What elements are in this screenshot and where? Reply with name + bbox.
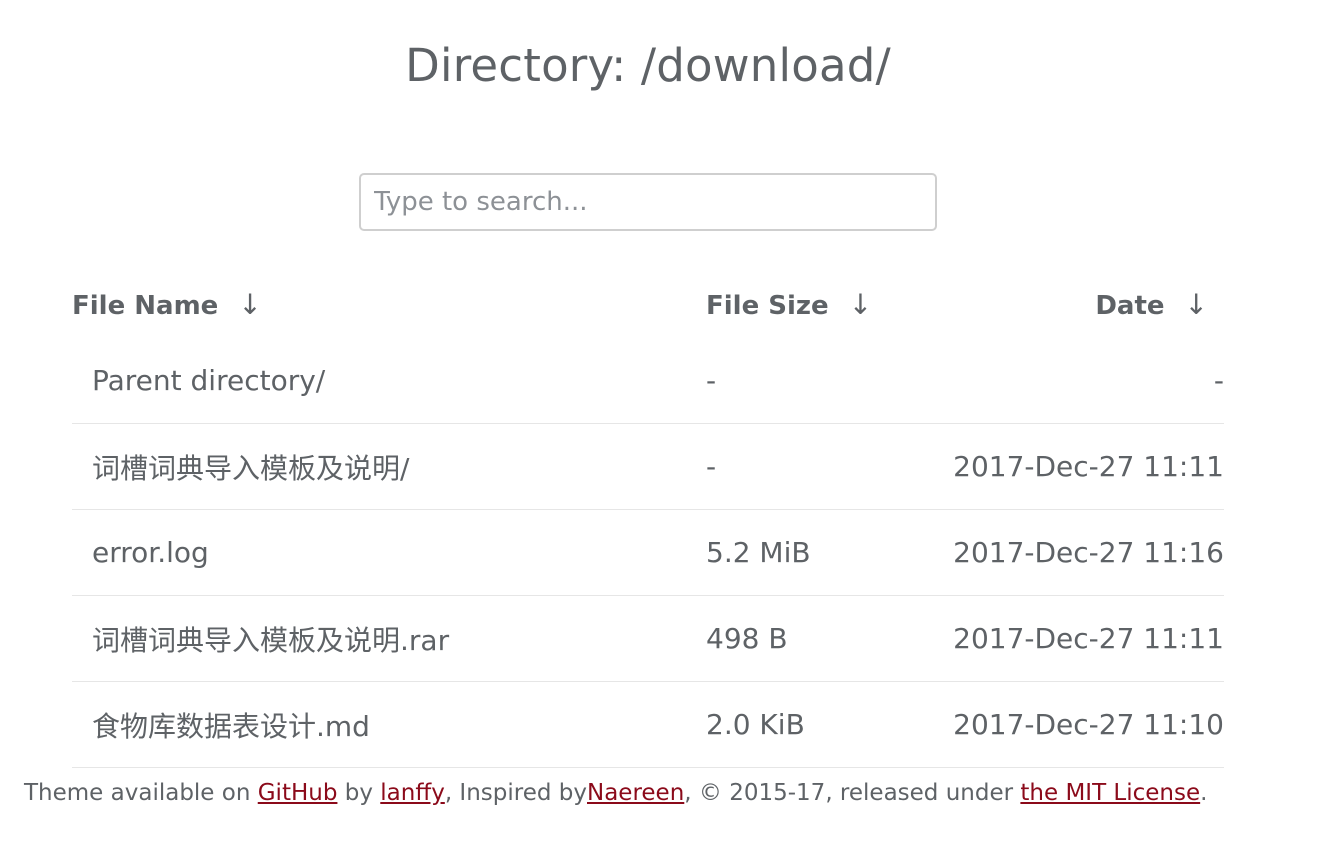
- file-size-cell: 5.2 MiB: [706, 509, 936, 596]
- sort-arrow-icon[interactable]: ↓: [849, 288, 872, 321]
- file-name-cell: Parent directory/: [72, 338, 706, 424]
- column-header-file-size[interactable]: File Size ↓: [706, 270, 936, 338]
- file-size-cell: 2.0 KiB: [706, 681, 936, 768]
- footer-text: Theme available on: [24, 780, 258, 806]
- file-size-cell: -: [706, 423, 936, 510]
- footer: Theme available on GitHub by lanffy, Ins…: [24, 780, 1207, 806]
- sort-by-name-link[interactable]: File Name ↓: [72, 288, 262, 321]
- file-name-cell: 词槽词典导入模板及说明.rar: [72, 595, 706, 682]
- table-header-row: File Name ↓ File Size ↓ Date ↓: [72, 270, 1224, 338]
- column-label: File Size: [706, 290, 829, 321]
- file-list-table: File Name ↓ File Size ↓ Date ↓ Parent direc…: [72, 270, 1224, 768]
- table-row[interactable]: 词槽词典导入模板及说明/ - 2017-Dec-27 11:11: [72, 423, 1224, 510]
- file-link[interactable]: Parent directory/: [92, 364, 325, 397]
- file-link[interactable]: 词槽词典导入模板及说明/: [92, 452, 409, 485]
- column-label: Date: [1095, 290, 1165, 321]
- sort-by-date-link[interactable]: Date ↓: [1095, 288, 1208, 321]
- naereen-link[interactable]: Naereen: [587, 780, 684, 806]
- file-date-cell: 2017-Dec-27 11:16: [936, 509, 1224, 596]
- footer-text: , Inspired by: [444, 780, 587, 806]
- sort-arrow-icon[interactable]: ↓: [238, 288, 261, 321]
- file-name-cell: 食物库数据表设计.md: [72, 681, 706, 768]
- file-link[interactable]: error.log: [92, 536, 209, 569]
- file-size-cell: -: [706, 338, 936, 424]
- file-name-cell: 词槽词典导入模板及说明/: [72, 423, 706, 510]
- footer-text: .: [1200, 780, 1208, 806]
- footer-text: by: [337, 780, 381, 806]
- sort-by-size-link[interactable]: File Size ↓: [706, 288, 872, 321]
- file-date-cell: -: [936, 338, 1224, 424]
- file-date-cell: 2017-Dec-27 11:10: [936, 681, 1224, 768]
- file-date-cell: 2017-Dec-27 11:11: [936, 423, 1224, 510]
- table-row[interactable]: 食物库数据表设计.md 2.0 KiB 2017-Dec-27 11:10: [72, 681, 1224, 768]
- search-input[interactable]: [359, 173, 937, 231]
- file-date-cell: 2017-Dec-27 11:11: [936, 595, 1224, 682]
- column-header-file-name[interactable]: File Name ↓: [72, 270, 706, 338]
- file-size-cell: 498 B: [706, 595, 936, 682]
- license-link[interactable]: the MIT License: [1020, 780, 1200, 806]
- footer-text: , © 2015-17, released under: [684, 780, 1021, 806]
- table-row[interactable]: error.log 5.2 MiB 2017-Dec-27 11:16: [72, 509, 1224, 596]
- page-title: Directory: /download/: [405, 39, 891, 92]
- file-link[interactable]: 食物库数据表设计.md: [92, 710, 370, 743]
- file-name-cell: error.log: [72, 509, 706, 596]
- github-link[interactable]: GitHub: [258, 780, 338, 806]
- table-row[interactable]: 词槽词典导入模板及说明.rar 498 B 2017-Dec-27 11:11: [72, 595, 1224, 682]
- column-label: File Name: [72, 290, 219, 321]
- lanffy-link[interactable]: lanffy: [380, 780, 445, 806]
- file-link[interactable]: 词槽词典导入模板及说明.rar: [92, 624, 449, 657]
- column-header-date[interactable]: Date ↓: [936, 270, 1224, 338]
- table-row[interactable]: Parent directory/ - -: [72, 338, 1224, 424]
- sort-arrow-icon[interactable]: ↓: [1185, 288, 1208, 321]
